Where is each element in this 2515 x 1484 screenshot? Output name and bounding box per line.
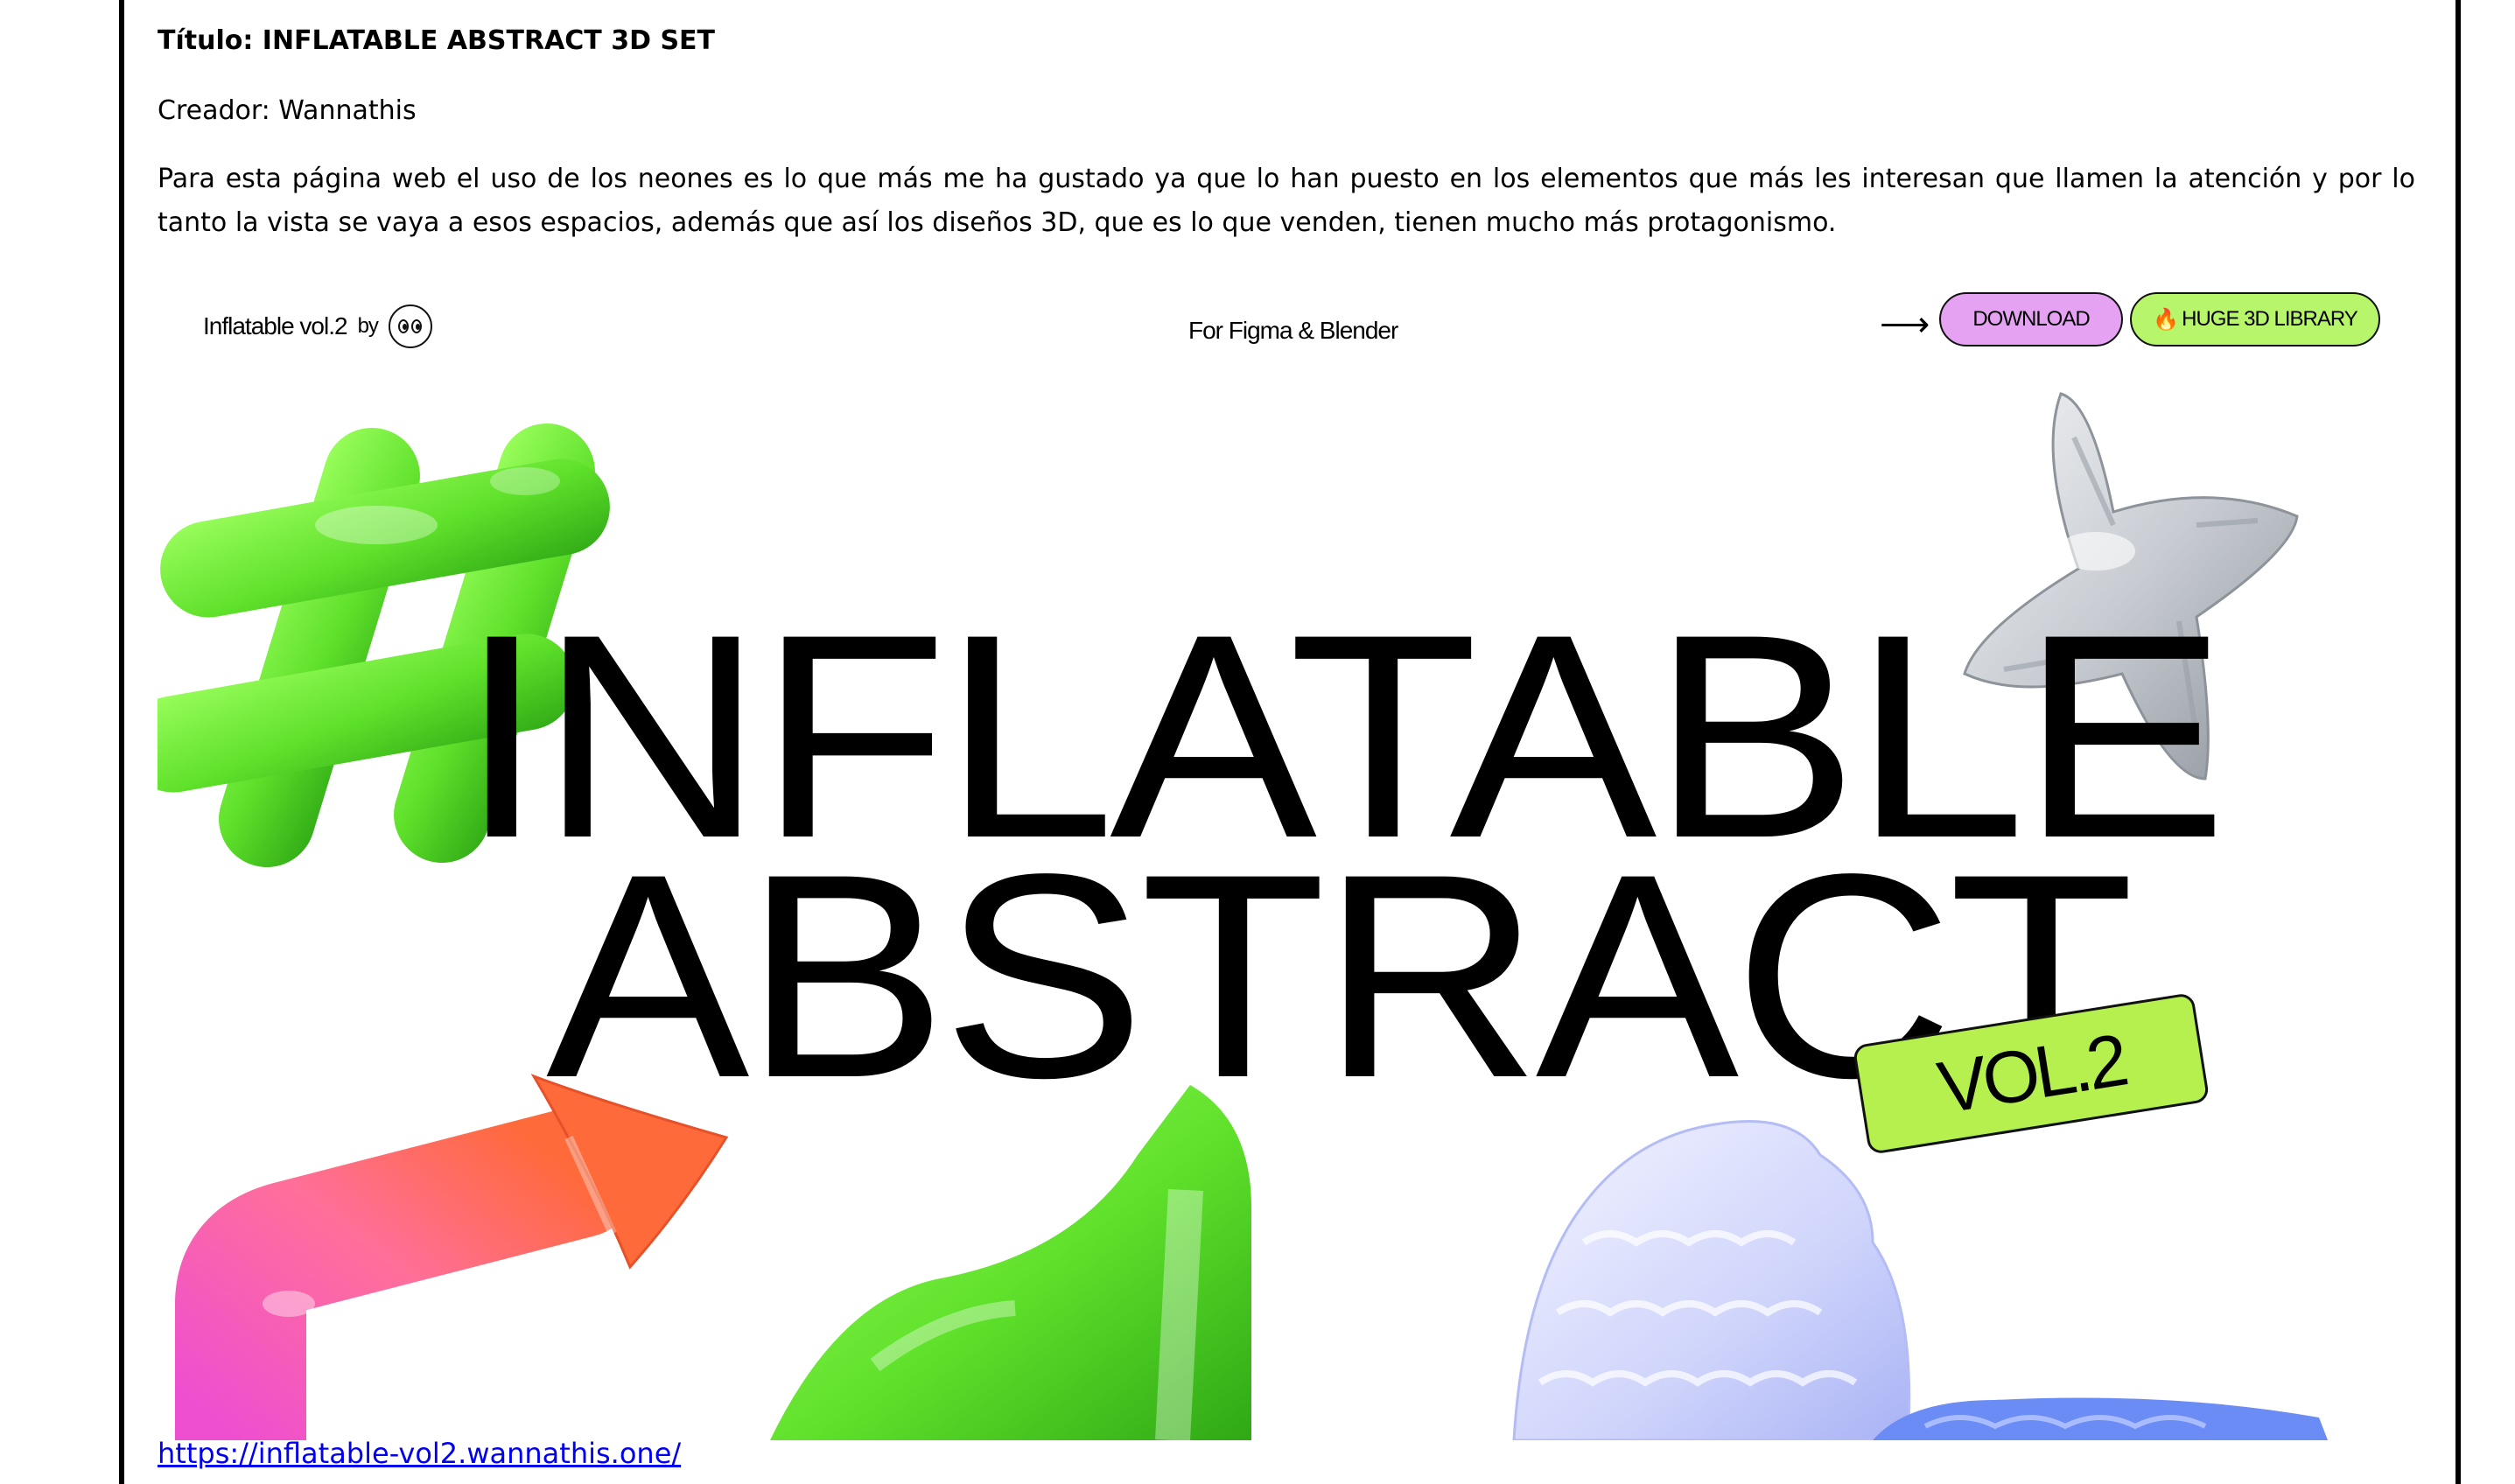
lavender-cloud-blob: [1512, 1120, 2328, 1440]
website-top-bar: Inflatable vol.2 by For Figma & Blender …: [158, 287, 2415, 357]
website-screenshot: Inflatable vol.2 by For Figma & Blender …: [158, 262, 2415, 1440]
brand-name: Inflatable vol.2: [203, 312, 348, 340]
arrow-right-icon: ⟶: [1880, 305, 1930, 344]
huge-3d-library-button[interactable]: 🔥 HUGE 3D LIBRARY: [2130, 292, 2380, 346]
document-creator: Creador: Wannathis: [158, 95, 417, 126]
brand-by: by: [357, 314, 379, 338]
eyes-logo-icon: [388, 304, 432, 348]
download-button-label: DOWNLOAD: [1972, 307, 2090, 331]
document-title: Título: INFLATABLE ABSTRACT 3D SET: [158, 25, 716, 56]
website-link[interactable]: https://inflatable-vol2.wannathis.one/: [158, 1437, 681, 1470]
download-button[interactable]: DOWNLOAD: [1939, 292, 2123, 346]
brand[interactable]: Inflatable vol.2 by: [203, 304, 432, 348]
document-description: Para esta página web el uso de los neone…: [158, 164, 2415, 238]
version-badge-label: VOL.2: [1932, 1018, 2130, 1129]
library-button-label: HUGE 3D LIBRARY: [2182, 307, 2358, 331]
fire-icon: 🔥: [2153, 307, 2179, 332]
tagline: For Figma & Blender: [1188, 317, 1398, 344]
